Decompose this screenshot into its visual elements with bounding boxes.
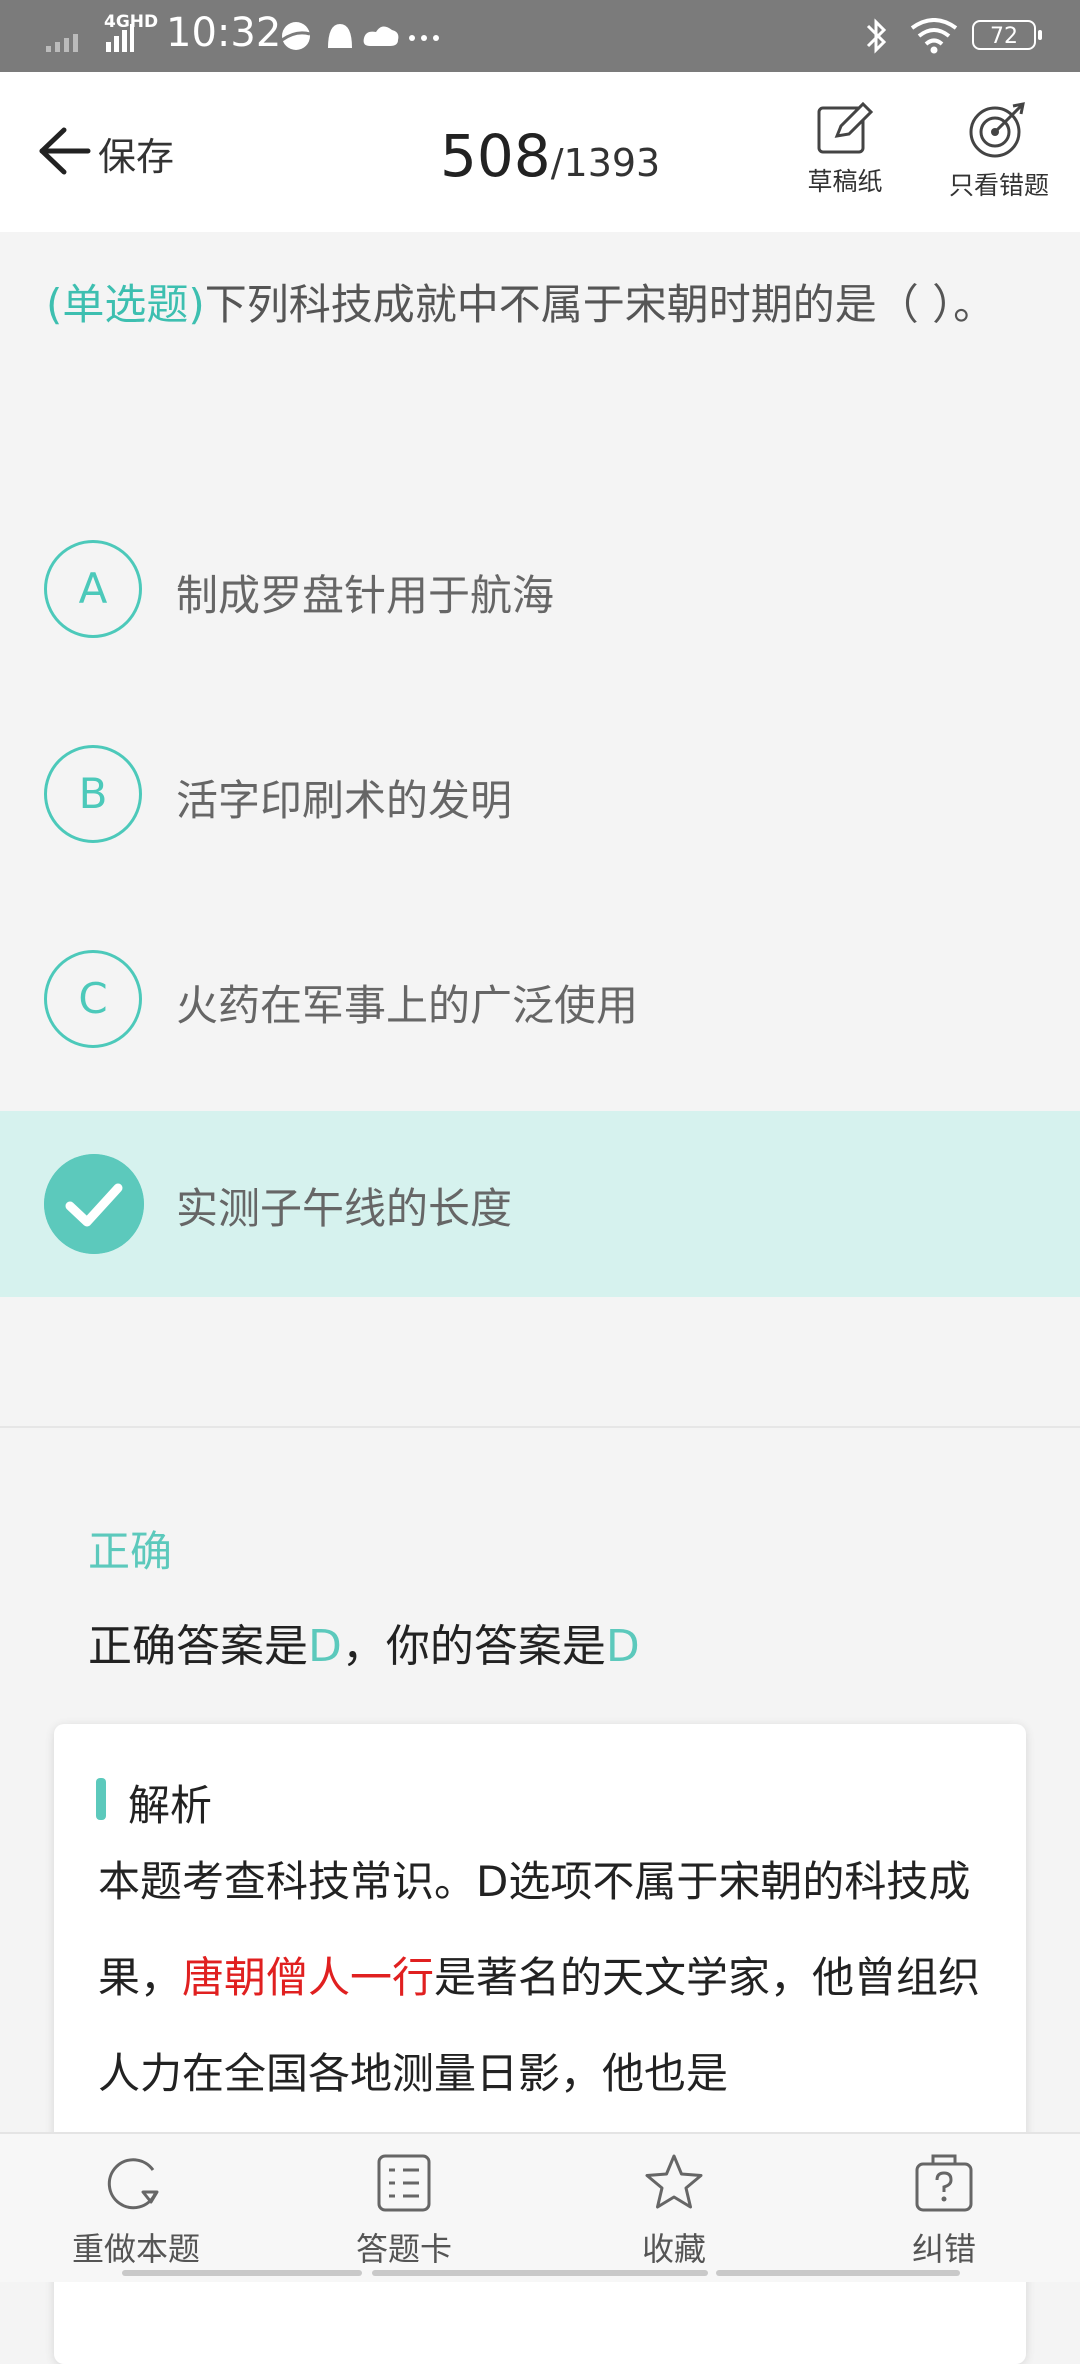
question-counter: 508/1393 bbox=[440, 122, 660, 190]
redo-question-label: 重做本题 bbox=[71, 2230, 200, 2268]
bottom-toolbar: 重做本题 答题卡 收藏 纠错 bbox=[0, 2132, 1080, 2282]
analysis-title: 解析 bbox=[128, 1781, 213, 1830]
draft-paper-button[interactable]: 草稿纸 bbox=[780, 100, 910, 210]
edit-icon bbox=[817, 101, 874, 154]
report-error-label: 纠错 bbox=[911, 2230, 976, 2268]
option-d[interactable]: 实测子午线的长度 bbox=[0, 1111, 1080, 1297]
star-icon bbox=[645, 2154, 703, 2209]
option-b[interactable]: B 活字印刷术的发明 bbox=[0, 703, 1080, 889]
analysis-text: 本题考查科技常识。D选项不属于宋朝的科技成果，唐朝僧人一行是著名的天文学家，他曾… bbox=[98, 1834, 998, 2122]
favorite-button[interactable]: 收藏 bbox=[574, 2152, 774, 2270]
correct-answer-prefix: 正确答案是 bbox=[88, 1621, 308, 1672]
favorite-label: 收藏 bbox=[641, 2230, 706, 2268]
report-icon bbox=[915, 2154, 973, 2212]
analysis-accent-bar bbox=[96, 1778, 106, 1820]
question-text: 下列科技成就中不属于宋朝时期的是（ ）。 bbox=[204, 280, 996, 329]
nav-gesture-bar bbox=[372, 2270, 708, 2276]
result-status: 正确 bbox=[88, 1527, 173, 1576]
divider bbox=[0, 1426, 1080, 1428]
redo-icon bbox=[107, 2158, 159, 2210]
option-text-c: 火药在军事上的广泛使用 bbox=[176, 981, 639, 1030]
option-text-d: 实测子午线的长度 bbox=[176, 1184, 513, 1233]
option-letter-c: C bbox=[44, 950, 142, 1048]
battery-indicator: 72 bbox=[972, 20, 1042, 50]
analysis-highlight: 唐朝僧人一行 bbox=[182, 1953, 435, 2002]
option-text-b: 活字印刷术的发明 bbox=[176, 776, 513, 825]
total-question-count: /1393 bbox=[550, 141, 661, 185]
notification-icons bbox=[281, 22, 439, 50]
answer-card-button[interactable]: 答题卡 bbox=[304, 2152, 504, 2270]
option-letter-a: A bbox=[44, 540, 142, 638]
status-bar: 4GHD 10:32 72 bbox=[0, 0, 1080, 72]
option-text-a: 制成罗盘针用于航海 bbox=[176, 571, 555, 620]
header: 保存 508/1393 草稿纸 只看错题 bbox=[0, 72, 1080, 232]
target-icon bbox=[969, 102, 1025, 158]
correct-answer: D bbox=[308, 1621, 342, 1672]
your-answer: D bbox=[605, 1621, 640, 1672]
answer-summary: 正确答案是D，你的答案是D bbox=[88, 1610, 640, 1674]
answer-card-label: 答题卡 bbox=[355, 2230, 452, 2268]
wrong-only-label: 只看错题 bbox=[948, 171, 1049, 200]
option-a[interactable]: A 制成罗盘针用于航海 bbox=[0, 498, 1080, 684]
current-question-number: 508 bbox=[440, 122, 551, 190]
check-icon bbox=[44, 1154, 144, 1254]
question-type-tag: (单选题) bbox=[46, 280, 205, 329]
wrong-only-button[interactable]: 只看错题 bbox=[934, 100, 1064, 210]
answer-card-icon bbox=[377, 2154, 431, 2212]
question-stem: (单选题)下列科技成就中不属于宋朝时期的是（ ）。 bbox=[46, 270, 1036, 340]
back-arrow-icon[interactable] bbox=[36, 124, 96, 178]
network-type: 4GHD bbox=[104, 12, 159, 32]
option-letter-b: B bbox=[44, 745, 142, 843]
nav-gesture-bar bbox=[716, 2270, 960, 2276]
redo-question-button[interactable]: 重做本题 bbox=[36, 2152, 236, 2270]
report-error-button[interactable]: 纠错 bbox=[844, 2152, 1044, 2270]
bluetooth-icon bbox=[866, 18, 887, 54]
wifi-icon bbox=[910, 18, 958, 54]
clock: 10:32 bbox=[166, 10, 282, 56]
nav-gesture-bar bbox=[122, 2270, 362, 2276]
draft-paper-label: 草稿纸 bbox=[807, 167, 883, 196]
option-c[interactable]: C 火药在军事上的广泛使用 bbox=[0, 908, 1080, 1094]
your-answer-prefix: ，你的答案是 bbox=[341, 1621, 606, 1672]
save-button[interactable]: 保存 bbox=[98, 126, 174, 181]
